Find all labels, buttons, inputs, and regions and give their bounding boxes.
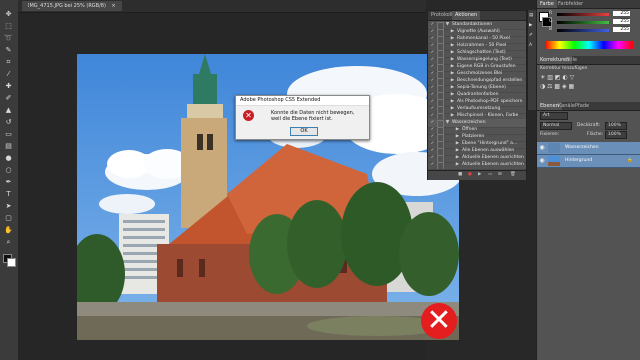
dialog-message: Konnte die Daten nicht bewegen, weil die… [271,110,355,122]
layer-name: Wasserzeichen [565,145,599,150]
record-icon[interactable]: ● [468,172,472,177]
marquee-icon[interactable]: ⬚ [3,22,14,30]
channel-b-value[interactable]: 255 [613,27,630,32]
healing-icon[interactable]: ✚ [3,82,14,90]
blend-mode-select[interactable]: Normal [540,122,572,130]
channel-r-label: R [549,11,553,16]
new-action-icon[interactable]: ⊞ [498,172,502,177]
quick-select-icon[interactable]: ✎ [3,46,14,54]
document-tab-bar: IMG_4715.JPG bei 25% (RGB/8) × [18,0,426,13]
adjustment-icons-row-1[interactable]: ☀ ▥ ◩ ◐ ▽ [540,74,574,81]
error-dialog: Adobe Photoshop CS5 Extended ✕ Konnte di… [235,95,370,140]
action-label: Aktuelle Ebenen ausrichten [462,162,524,167]
brush-panel-icon[interactable]: ✐ [529,33,533,38]
tab-aktionen[interactable]: Aktionen [452,11,481,20]
kind-filter[interactable]: Art [540,112,568,120]
document-tab-label: IMG_4715.JPG bei 25% (RGB/8) [28,3,106,9]
lock-icon: 🔒 [627,158,633,163]
tab-pfade[interactable]: Pfade [572,102,592,110]
hand-icon[interactable]: ✋ [3,226,14,234]
pen-icon[interactable]: ✒ [3,178,14,186]
actions-panel-footer: ■ ● ▶ ▭ ⊞ 🗑 [428,170,526,180]
opacity-label: Deckkraft: [577,123,601,128]
path-select-icon[interactable]: ➤ [3,202,14,210]
dialog-title: Adobe Photoshop CS5 Extended [236,96,369,106]
layer-row-hintergrund[interactable]: ◉ Hintergrund 🔒 [537,155,640,168]
channel-b-slider[interactable] [557,29,609,32]
eyedropper-icon[interactable]: ⁄ [3,70,14,78]
adjustments-heading: Korrektur hinzufügen [540,66,588,71]
eraser-icon[interactable]: ▭ [3,130,14,138]
tab-farbfelder[interactable]: Farbfelder [555,0,586,8]
fill-input[interactable]: 100% [605,131,627,139]
red-x-badge: ✕ [421,303,457,339]
layers-panel: Ebenen Kanäle Pfade Art Normal Deckkraft… [537,102,640,360]
channel-g-label: G [549,19,553,24]
lock-label: Fixieren: [540,132,560,137]
fill-label: Fläche: [587,132,604,137]
dialog-toggle-icon[interactable] [437,162,444,169]
brush-icon[interactable]: ✐ [3,94,14,102]
adjustment-icons-row-2[interactable]: ◑ ⚖ ▩ ◈ ▦ [540,83,574,90]
background-color-swatch[interactable] [7,258,16,267]
right-panels: Farbe Farbfelder R 255 G 255 B 255 Korre… [536,0,640,360]
close-icon[interactable]: × [112,3,116,9]
document-tab[interactable]: IMG_4715.JPG bei 25% (RGB/8) × [22,1,122,11]
actions-panel-icon[interactable]: ▶ [529,23,532,28]
checkmark-icon[interactable]: ✓ [430,161,435,169]
layer-thumbnail [548,143,560,153]
zoom-icon[interactable]: ⌕ [3,238,14,246]
channel-r-slider[interactable] [557,13,609,16]
collapse-icon[interactable]: ▶ [455,161,460,169]
crop-icon[interactable]: ⌗ [3,58,14,66]
color-panel: R 255 G 255 B 255 [537,8,640,54]
channel-r-value[interactable]: 255 [613,11,630,16]
new-set-icon[interactable]: ▭ [488,172,492,177]
actions-panel: Protokoll Aktionen ✓ ▼ Standardaktionen ✓ ▶ V… [427,10,527,180]
error-icon: ✕ [243,110,254,121]
history-brush-icon[interactable]: ↺ [3,118,14,126]
trash-icon[interactable]: 🗑 [510,172,516,177]
channel-g-value[interactable]: 255 [613,19,630,24]
ok-button[interactable]: OK [290,127,318,136]
opacity-input[interactable]: 100% [605,122,627,130]
clone-stamp-icon[interactable]: ▲ [3,106,14,114]
action-step[interactable]: ✓ ▶ Aktuelle Ebenen ausrichten [428,161,526,170]
adjustments-tabs: Korrekturen Stile [537,56,640,65]
actions-list: ✓ ▼ Standardaktionen ✓ ▶ Vignette (Auswahl) ✓ ▶… [428,21,526,170]
tab-stile[interactable]: Stile [563,56,580,64]
blur-icon[interactable]: ● [3,154,14,162]
lasso-icon[interactable]: ➰ [3,34,14,42]
color-spectrum[interactable] [545,41,633,49]
character-panel-icon[interactable]: A [529,43,532,48]
layer-name: Hintergrund [565,158,593,163]
shape-icon[interactable]: ▢ [3,214,14,222]
dodge-icon[interactable]: ○ [3,166,14,174]
adjustments-panel: Korrekturen Stile Korrektur hinzufügen ☀… [537,56,640,102]
layers-tabs: Ebenen Kanäle Pfade [537,102,640,111]
actions-panel-tabs: Protokoll Aktionen [428,11,526,21]
channel-g-slider[interactable] [557,21,609,24]
gradient-icon[interactable]: ▤ [3,142,14,150]
move-icon[interactable]: ✥ [3,10,14,18]
history-panel-icon[interactable]: ▤ [529,13,533,18]
visibility-eye-icon[interactable]: ◉ [539,142,545,154]
layer-thumbnail [548,156,560,166]
visibility-eye-icon[interactable]: ◉ [539,155,545,167]
type-icon[interactable]: T [3,190,14,198]
stop-icon[interactable]: ■ [458,172,462,177]
play-icon[interactable]: ▶ [478,172,481,177]
layer-row-wasserzeichen[interactable]: ◉ Wasserzeichen [537,142,640,155]
tools-panel: ✥ ⬚ ➰ ✎ ⌗ ⁄ ✚ ✐ ▲ ↺ ▭ ▤ ● ○ ✒ T ➤ ▢ ✋ ⌕ [0,0,19,360]
tab-farbe[interactable]: Farbe [537,0,557,8]
channel-b-label: B [549,27,553,32]
